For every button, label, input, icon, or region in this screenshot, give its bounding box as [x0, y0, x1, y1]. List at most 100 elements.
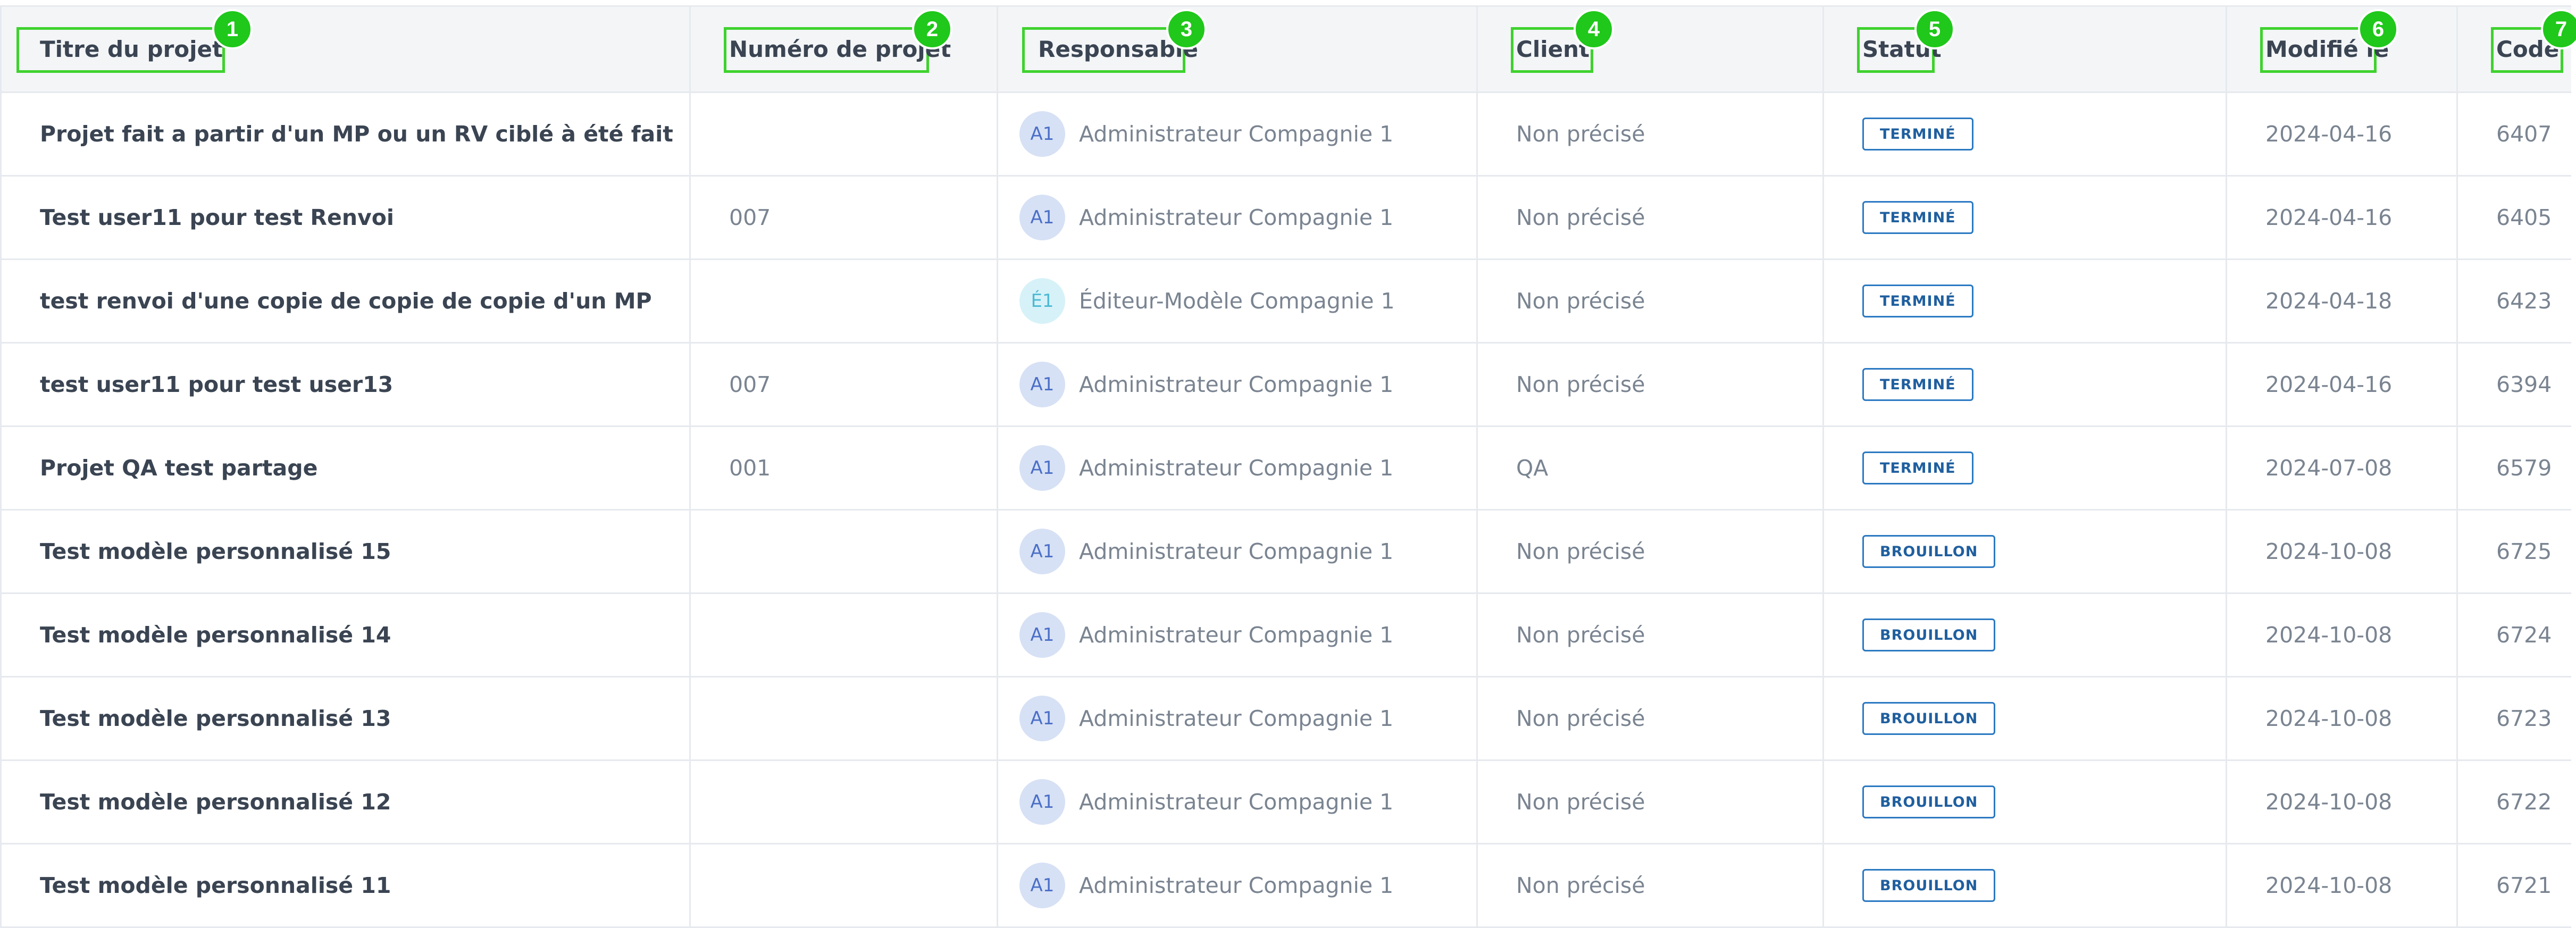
column-header-code[interactable]: 7 Code: [2458, 7, 2576, 91]
client-text: Non précisé: [1516, 706, 1645, 731]
project-client: Non précisé: [1478, 344, 1824, 425]
table-row[interactable]: Test user11 pour test Renvoi 007 A1 Adminis…: [2, 177, 2571, 260]
column-header-modified[interactable]: 6 Modifié le: [2227, 7, 2458, 91]
status-badge: TERMINÉ: [1862, 285, 1973, 317]
project-owner: A1 Administrateur Compagnie 1: [998, 93, 1478, 175]
status-badge: TERMINÉ: [1862, 118, 1973, 151]
project-owner: A1 Administrateur Compagnie 1: [998, 678, 1478, 759]
project-title-text: Projet QA test partage: [40, 455, 318, 481]
project-number: [691, 260, 998, 342]
modified-date: 2024-04-16: [2265, 121, 2393, 147]
project-number: 007: [691, 344, 998, 425]
marker-5: 5: [1914, 9, 1955, 49]
code-text: 6723: [2496, 706, 2552, 731]
project-owner: A1 Administrateur Compagnie 1: [998, 511, 1478, 592]
table-row[interactable]: Projet fait a partir d'un MP ou un RV ci…: [2, 93, 2571, 177]
project-code: 6721: [2458, 845, 2571, 926]
project-title[interactable]: test renvoi d'une copie de copie de copi…: [2, 260, 691, 342]
project-title-text: Projet fait a partir d'un MP ou un RV ci…: [40, 121, 673, 147]
table-row[interactable]: test renvoi d'une copie de copie de copi…: [2, 260, 2571, 344]
owner-name: Administrateur Compagnie 1: [1079, 789, 1394, 815]
project-modified: 2024-10-08: [2227, 761, 2458, 843]
owner-name: Administrateur Compagnie 1: [1079, 873, 1394, 898]
project-title[interactable]: Test modèle personnalisé 13: [2, 678, 691, 759]
project-status: BROUILLON: [1824, 594, 2227, 676]
code-text: 6579: [2496, 455, 2552, 481]
project-title[interactable]: Test modèle personnalisé 15: [2, 511, 691, 592]
owner-name: Administrateur Compagnie 1: [1079, 622, 1394, 648]
project-number-text: 007: [729, 372, 771, 397]
status-badge: TERMINÉ: [1862, 201, 1973, 234]
project-code: 6423: [2458, 260, 2571, 342]
project-owner: A1 Administrateur Compagnie 1: [998, 427, 1478, 509]
modified-date: 2024-07-08: [2265, 455, 2393, 481]
owner-name: Administrateur Compagnie 1: [1079, 539, 1394, 564]
project-number: [691, 594, 998, 676]
project-code: 6725: [2458, 511, 2571, 592]
project-title[interactable]: Test user11 pour test Renvoi: [2, 177, 691, 258]
project-modified: 2024-10-08: [2227, 511, 2458, 592]
project-client: Non précisé: [1478, 511, 1824, 592]
avatar: A1: [1019, 696, 1065, 741]
project-modified: 2024-04-16: [2227, 344, 2458, 425]
code-text: 6423: [2496, 288, 2552, 314]
column-header-number[interactable]: 2 Numéro de projet: [691, 7, 998, 91]
column-header-status[interactable]: 5 Statut: [1824, 7, 2227, 91]
project-status: TERMINÉ: [1824, 344, 2227, 425]
project-title[interactable]: Test modèle personnalisé 14: [2, 594, 691, 676]
project-modified: 2024-10-08: [2227, 845, 2458, 926]
project-code: 6722: [2458, 761, 2571, 843]
table-row[interactable]: Test modèle personnalisé 14 A1 Administrat…: [2, 594, 2571, 678]
project-title-text: test user11 pour test user13: [40, 372, 394, 397]
table-row[interactable]: Test modèle personnalisé 11 A1 Administrat…: [2, 845, 2571, 928]
project-number-text: 007: [729, 205, 771, 230]
column-header-client[interactable]: 4 Client: [1478, 7, 1824, 91]
project-owner: A1 Administrateur Compagnie 1: [998, 761, 1478, 843]
project-owner: A1 Administrateur Compagnie 1: [998, 177, 1478, 258]
project-client: Non précisé: [1478, 93, 1824, 175]
table-header-row: 1 Titre du projet 2 Numéro de projet 3 R…: [2, 7, 2576, 93]
project-title-text: Test modèle personnalisé 11: [40, 873, 391, 898]
table-row[interactable]: Projet QA test partage 001 A1 Administrateu…: [2, 427, 2571, 511]
project-modified: 2024-04-16: [2227, 93, 2458, 175]
project-title-text: Test modèle personnalisé 12: [40, 789, 391, 815]
table-row[interactable]: test user11 pour test user13 007 A1 Adminis…: [2, 344, 2571, 427]
modified-date: 2024-10-08: [2265, 622, 2393, 648]
projects-page: 1 Titre du projet 2 Numéro de projet 3 R…: [0, 0, 2576, 928]
status-badge: BROUILLON: [1862, 618, 1996, 651]
project-title[interactable]: Projet fait a partir d'un MP ou un RV ci…: [2, 93, 691, 175]
project-status: TERMINÉ: [1824, 93, 2227, 175]
project-code: 6723: [2458, 678, 2571, 759]
project-title[interactable]: Test modèle personnalisé 12: [2, 761, 691, 843]
status-badge: BROUILLON: [1862, 785, 1996, 818]
project-modified: 2024-10-08: [2227, 594, 2458, 676]
table-row[interactable]: Test modèle personnalisé 12 A1 Administrat…: [2, 761, 2571, 845]
table-row[interactable]: Test modèle personnalisé 15 A1 Administrat…: [2, 511, 2571, 594]
project-owner: A1 Administrateur Compagnie 1: [998, 594, 1478, 676]
project-number: 007: [691, 177, 998, 258]
project-status: BROUILLON: [1824, 511, 2227, 592]
modified-date: 2024-10-08: [2265, 539, 2393, 564]
avatar: A1: [1019, 111, 1065, 157]
project-title-text: Test modèle personnalisé 13: [40, 706, 391, 731]
column-header-owner[interactable]: 3 Responsable: [998, 7, 1478, 91]
marker-4: 4: [1574, 9, 1614, 49]
table-row[interactable]: Test modèle personnalisé 13 A1 Administrat…: [2, 678, 2571, 761]
project-title[interactable]: Projet QA test partage: [2, 427, 691, 509]
modified-date: 2024-10-08: [2265, 706, 2393, 731]
avatar: A1: [1019, 863, 1065, 908]
project-code: 6405: [2458, 177, 2571, 258]
modified-date: 2024-04-18: [2265, 288, 2393, 314]
project-modified: 2024-04-16: [2227, 177, 2458, 258]
marker-7: 7: [2541, 9, 2576, 49]
project-title[interactable]: Test modèle personnalisé 11: [2, 845, 691, 926]
project-number: 001: [691, 427, 998, 509]
owner-name: Administrateur Compagnie 1: [1079, 121, 1394, 147]
project-status: TERMINÉ: [1824, 260, 2227, 342]
project-code: 6394: [2458, 344, 2571, 425]
project-title[interactable]: test user11 pour test user13: [2, 344, 691, 425]
column-header-title[interactable]: 1 Titre du projet: [2, 7, 691, 91]
project-title-text: test renvoi d'une copie de copie de copi…: [40, 288, 652, 314]
avatar: A1: [1019, 195, 1065, 240]
modified-date: 2024-04-16: [2265, 372, 2393, 397]
